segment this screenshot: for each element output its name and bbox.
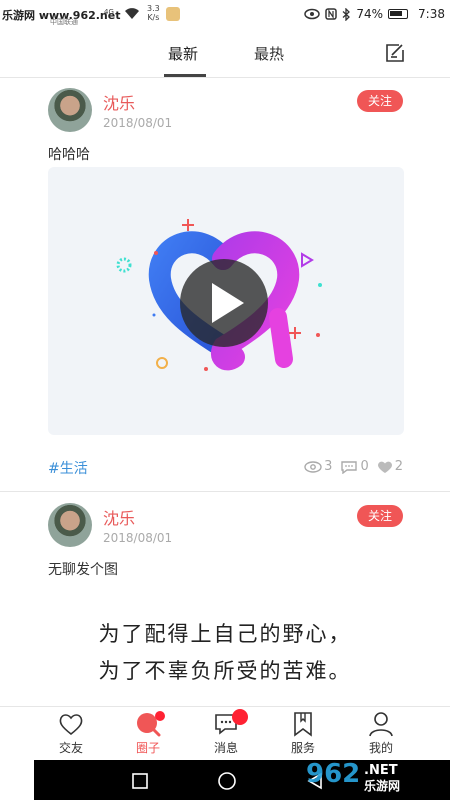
comment-count-value: 0 xyxy=(360,459,369,474)
nav-label: 圈子 xyxy=(135,741,160,755)
compose-icon[interactable] xyxy=(384,42,406,64)
post-feed[interactable]: 沈乐 2018/08/01 关注 哈哈哈 #生活 3 0 2 沈乐 2018/0… xyxy=(0,78,450,708)
eye-icon xyxy=(304,460,322,473)
post-author[interactable]: 沈乐 xyxy=(103,90,135,114)
nav-friends[interactable]: 交友 xyxy=(41,711,101,756)
tab-hot[interactable]: 最热 xyxy=(254,43,284,64)
video-thumbnail[interactable] xyxy=(48,167,404,435)
post-date: 2018/08/01 xyxy=(103,116,173,130)
view-count: 3 xyxy=(304,459,332,474)
avatar[interactable] xyxy=(48,88,92,132)
post-date: 2018/08/01 xyxy=(103,531,173,545)
heart-icon xyxy=(59,714,83,736)
person-icon xyxy=(369,712,393,737)
nav-messages[interactable]: 消息 xyxy=(196,709,256,756)
view-count-value: 3 xyxy=(324,459,333,474)
quote-line-1: 为了配得上自己的野心， xyxy=(98,622,352,646)
status-speed-value: 3.3 xyxy=(147,4,160,13)
notification-dot xyxy=(232,709,248,725)
active-tab-indicator xyxy=(164,74,206,77)
like-count[interactable]: 2 xyxy=(377,459,403,474)
nav-circle[interactable]: 圈子 xyxy=(118,711,178,756)
post-text: 无聊发个图 xyxy=(48,562,118,578)
comment-count[interactable]: 0 xyxy=(340,459,369,474)
follow-button[interactable]: 关注 xyxy=(357,505,403,527)
status-carrier: 中国联通 xyxy=(50,18,78,26)
svg-text:.NET: .NET xyxy=(364,763,398,778)
nav-services[interactable]: 服务 xyxy=(273,711,333,756)
battery-percent: 74% xyxy=(356,7,383,21)
avatar[interactable] xyxy=(48,503,92,547)
nfc-icon xyxy=(325,8,338,20)
svg-text:962: 962 xyxy=(306,759,360,789)
battery-icon xyxy=(388,9,408,19)
app-notification-icon xyxy=(166,7,180,21)
eye-icon xyxy=(304,8,321,20)
status-bar: 乐游网 www.962.net 中国联通 4G 3.3 K/s 74% 7:38 xyxy=(0,0,450,30)
tab-latest[interactable]: 最新 xyxy=(168,43,198,64)
nav-label: 交友 xyxy=(58,741,83,755)
nav-label: 消息 xyxy=(213,741,238,755)
site-watermark: 962 .NET 乐游网 xyxy=(302,752,442,796)
svg-text:乐游网: 乐游网 xyxy=(364,778,400,793)
recent-apps-icon[interactable] xyxy=(132,773,148,789)
heart-logo-image xyxy=(116,219,322,371)
post-image-text[interactable]: 为了配得上自己的野心， 为了不辜负所受的苦难。 xyxy=(60,616,390,690)
post-author[interactable]: 沈乐 xyxy=(103,505,135,529)
follow-button[interactable]: 关注 xyxy=(357,90,403,112)
heart-icon xyxy=(377,461,392,473)
system-nav-edge xyxy=(0,760,34,800)
comment-icon xyxy=(341,460,358,474)
status-network: 4G xyxy=(104,8,114,16)
status-right: 74% xyxy=(304,7,408,21)
post-stats: 3 0 2 xyxy=(304,459,403,474)
status-speed-unit: K/s xyxy=(147,13,160,22)
post-tag[interactable]: #生活 xyxy=(48,458,88,478)
watermark-logo: 962 .NET 乐游网 xyxy=(306,759,400,793)
post-divider xyxy=(0,491,450,501)
like-count-value: 2 xyxy=(394,459,403,474)
bluetooth-icon xyxy=(342,7,351,21)
status-speed: 3.3 K/s xyxy=(147,4,160,22)
bookmark-icon xyxy=(294,712,312,737)
wifi-icon xyxy=(125,8,139,19)
status-time: 7:38 xyxy=(418,7,445,21)
post-text: 哈哈哈 xyxy=(48,147,90,163)
top-tab-bar: 最新 最热 xyxy=(0,30,450,78)
nav-mine[interactable]: 我的 xyxy=(351,711,411,756)
home-icon[interactable] xyxy=(217,771,237,791)
quote-line-2: 为了不辜负所受的苦难。 xyxy=(98,659,352,683)
notification-dot xyxy=(155,711,165,721)
